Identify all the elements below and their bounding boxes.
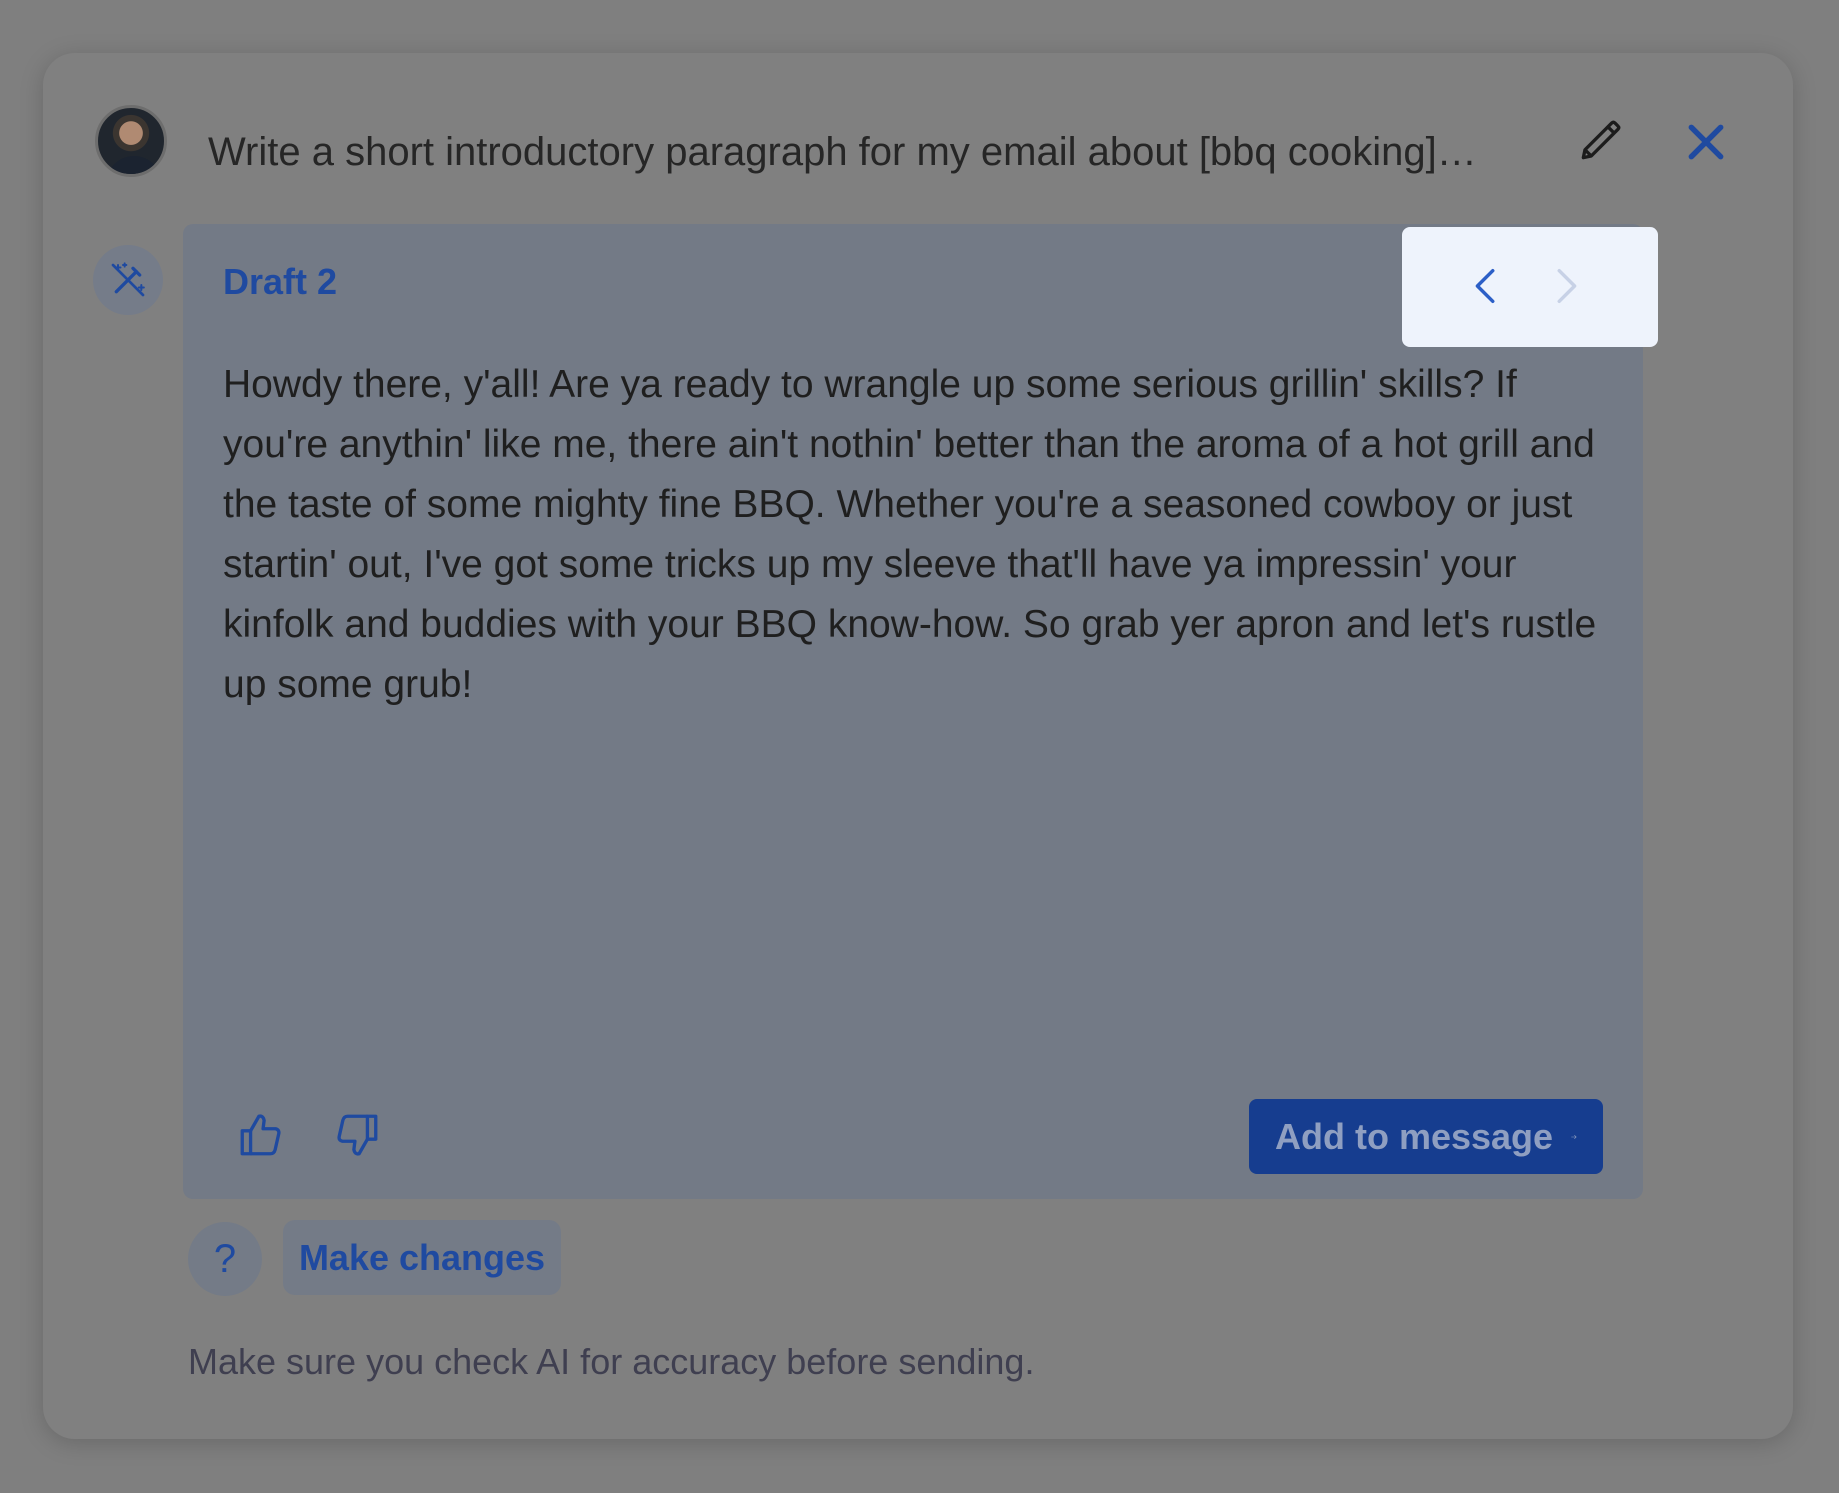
arrow-right-icon bbox=[1571, 1134, 1577, 1139]
add-to-message-label: Add to message bbox=[1275, 1115, 1554, 1157]
pencil-icon[interactable] bbox=[1575, 116, 1625, 166]
help-button[interactable]: ? bbox=[188, 1222, 262, 1296]
user-avatar bbox=[95, 105, 167, 177]
avatar-figure bbox=[106, 156, 162, 174]
thumbs-down-icon[interactable] bbox=[332, 1110, 382, 1160]
make-changes-button[interactable]: Make changes bbox=[283, 1220, 561, 1295]
chevron-right-icon[interactable] bbox=[1542, 263, 1588, 309]
ai-draft-badge bbox=[93, 245, 163, 315]
draft-body-text: Howdy there, y'all! Are ya ready to wran… bbox=[223, 363, 1597, 706]
ai-accuracy-disclaimer: Make sure you check AI for accuracy befo… bbox=[188, 1341, 1035, 1382]
magic-wand-icon bbox=[111, 262, 145, 297]
close-icon[interactable] bbox=[1684, 120, 1728, 164]
page: Write a short introductory paragraph for… bbox=[0, 0, 1839, 1493]
chevron-left-icon[interactable] bbox=[1464, 263, 1510, 309]
draft-label: Draft 2 bbox=[223, 261, 338, 302]
thumbs-up-icon[interactable] bbox=[236, 1110, 286, 1160]
add-to-message-button[interactable]: Add to message bbox=[1249, 1099, 1603, 1174]
prompt-text: Write a short introductory paragraph for… bbox=[208, 130, 1477, 174]
draft-navigation bbox=[1402, 227, 1658, 347]
